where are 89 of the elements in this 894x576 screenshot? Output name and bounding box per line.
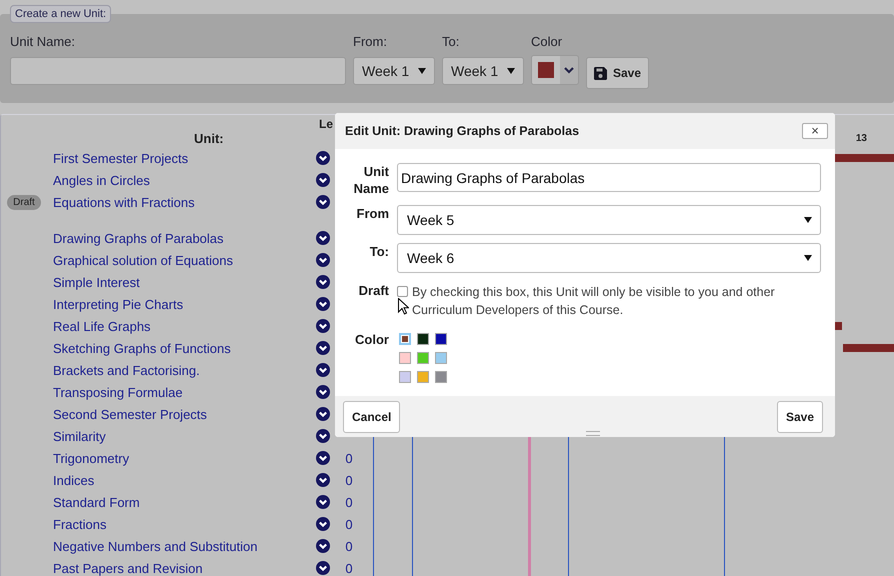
draft-checkbox[interactable] xyxy=(397,286,408,297)
chevron-down-icon[interactable] xyxy=(316,407,330,421)
unit-link[interactable]: Sketching Graphs of Functions xyxy=(53,340,315,356)
chevron-down-icon[interactable] xyxy=(316,385,330,399)
chevron-down-icon[interactable] xyxy=(316,495,330,509)
unit-link[interactable]: Interpreting Pie Charts xyxy=(53,296,315,312)
week-select[interactable]: Week 5 xyxy=(397,205,821,235)
unit-name-input[interactable]: Drawing Graphs of Parabolas xyxy=(397,163,821,192)
color-swatch[interactable] xyxy=(435,371,447,383)
week-header: 13 xyxy=(856,132,868,146)
chevron-down-icon[interactable] xyxy=(316,275,330,289)
close-button[interactable]: × xyxy=(802,123,828,139)
chevron-down-icon[interactable] xyxy=(316,231,330,245)
field-label: To: xyxy=(442,34,460,50)
draft-description: By checking this box, this Unit will only be visible to you and other Curriculum Developers of this Course. xyxy=(412,284,776,319)
color-swatch[interactable] xyxy=(417,333,429,345)
unit-link[interactable]: Negative Numbers and Substitution xyxy=(53,538,315,554)
unit-link[interactable]: Simple Interest xyxy=(53,274,315,290)
chevron-down-icon[interactable] xyxy=(316,151,330,165)
color-swatch[interactable] xyxy=(435,352,447,364)
unit-link[interactable]: Drawing Graphs of Parabolas xyxy=(53,230,315,246)
unit-link[interactable]: First Semester Projects xyxy=(53,150,315,166)
save-button[interactable]: Save xyxy=(776,400,823,432)
chevron-down-icon[interactable] xyxy=(316,539,330,553)
input-field[interactable] xyxy=(10,57,346,85)
unit-link[interactable]: Brackets and Factorising. xyxy=(53,362,315,378)
color-swatch[interactable] xyxy=(399,352,411,364)
lesson-count: 0 xyxy=(344,516,354,532)
unit-link[interactable]: Angles in Circles xyxy=(53,172,315,188)
unit-link[interactable]: Standard Form xyxy=(53,494,315,510)
unit-link[interactable]: Second Semester Projects xyxy=(53,406,315,422)
chevron-down-icon[interactable] xyxy=(316,473,330,487)
unit-link[interactable]: Past Papers and Revision xyxy=(53,560,315,576)
select-dropdown[interactable]: Week 1 xyxy=(442,57,524,85)
unit-link[interactable]: Similarity xyxy=(53,428,315,444)
field-label: From: xyxy=(353,34,388,50)
unit-link[interactable]: Trigonometry xyxy=(53,450,315,466)
lesson-count: 0 xyxy=(344,472,354,488)
chevron-down-icon[interactable] xyxy=(316,363,330,377)
chevron-down-icon[interactable] xyxy=(316,173,330,187)
resize-grip[interactable] xyxy=(586,431,600,436)
draft-badge: Draft xyxy=(7,194,41,210)
pointer-icon xyxy=(398,298,409,315)
field-label: Color xyxy=(531,34,564,50)
column-header: Unit: xyxy=(193,131,225,147)
chevron-down-icon[interactable] xyxy=(316,253,330,267)
chevron-down-icon[interactable] xyxy=(316,561,330,575)
caret-icon xyxy=(418,68,426,74)
lesson-count: 0 xyxy=(344,450,354,466)
unit-link[interactable]: Transposing Formulae xyxy=(53,384,315,400)
unit-link[interactable]: Equations with Fractions xyxy=(53,194,315,210)
unit-link[interactable]: Real Life Graphs xyxy=(53,318,315,334)
chevron-down-icon[interactable] xyxy=(316,297,330,311)
unit-link[interactable]: Fractions xyxy=(53,516,315,532)
field-label: Draft xyxy=(358,282,389,299)
column-header: Le xyxy=(318,116,334,131)
color-swatch[interactable] xyxy=(435,333,447,345)
field-label: From xyxy=(356,205,389,222)
caret-icon xyxy=(507,68,515,74)
lesson-count: 0 xyxy=(344,538,354,554)
caret-icon xyxy=(804,255,812,261)
color-swatch[interactable] xyxy=(417,352,429,364)
field-label: Unit Name xyxy=(352,163,389,197)
field-label: Color xyxy=(354,331,389,348)
lesson-count: 0 xyxy=(344,494,354,510)
chevron-down-icon[interactable] xyxy=(316,451,330,465)
save-button[interactable]: Save xyxy=(586,57,650,89)
color-swatch[interactable] xyxy=(417,371,429,383)
week-select[interactable]: Week 6 xyxy=(397,243,821,273)
chevron-down-icon[interactable] xyxy=(316,319,330,333)
color-swatch[interactable] xyxy=(399,333,411,345)
chevron-down-icon[interactable] xyxy=(316,195,330,209)
color-swatch[interactable] xyxy=(399,371,411,383)
chevron-down-icon[interactable] xyxy=(316,517,330,531)
chevron-down-icon[interactable] xyxy=(316,341,330,355)
select-dropdown[interactable]: Week 1 xyxy=(353,57,435,85)
cancel-button[interactable]: Cancel xyxy=(343,400,400,432)
field-label: Unit Name: xyxy=(10,34,76,50)
floppy-icon xyxy=(594,66,607,80)
unit-link[interactable]: Indices xyxy=(53,472,315,488)
lesson-count: 0 xyxy=(344,560,354,576)
dialog-title: Edit Unit: Drawing Graphs of Parabolas xyxy=(345,124,580,138)
field-label: To: xyxy=(368,243,389,260)
chevron-icon xyxy=(564,66,574,74)
caret-icon xyxy=(804,217,812,223)
section-legend: Create a new Unit: xyxy=(10,5,112,23)
unit-link[interactable]: Graphical solution of Equations xyxy=(53,252,315,268)
color-picker[interactable] xyxy=(531,55,579,85)
chevron-down-icon[interactable] xyxy=(316,429,330,443)
